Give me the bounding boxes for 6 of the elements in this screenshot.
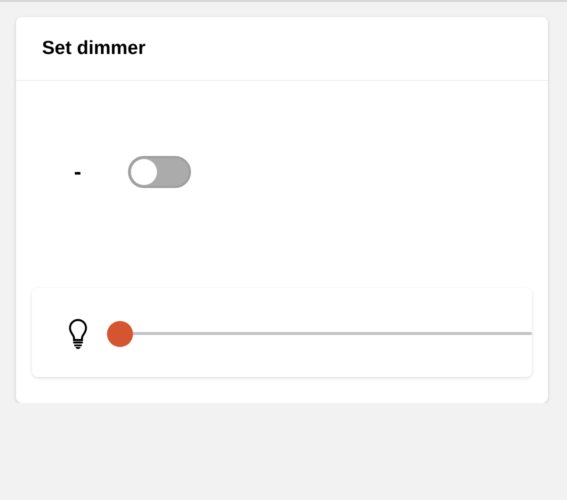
slider-thumb[interactable] bbox=[107, 320, 133, 346]
card-title: Set dimmer bbox=[42, 38, 146, 60]
slider-track[interactable] bbox=[107, 320, 532, 346]
toggle-label: - bbox=[73, 159, 82, 185]
toggle-switch[interactable] bbox=[128, 156, 191, 188]
lightbulb-icon bbox=[67, 318, 89, 348]
